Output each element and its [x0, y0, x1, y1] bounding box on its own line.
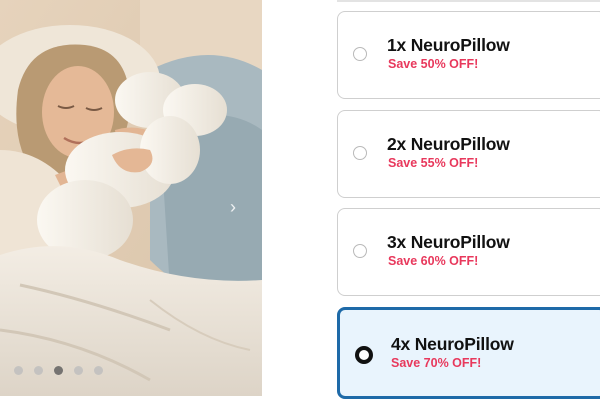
product-bundle-page: › 1x NeuroPillow Save 50% OFF! 2x NeuroP… — [0, 0, 600, 400]
carousel-dot[interactable] — [74, 366, 83, 375]
radio-button[interactable] — [353, 47, 367, 61]
carousel-dot[interactable] — [14, 366, 23, 375]
bundle-option-title: 4x NeuroPillow — [391, 334, 514, 354]
carousel-dot[interactable] — [94, 366, 103, 375]
bundle-option-4x-selected[interactable]: 4x NeuroPillow Save 70% OFF! — [337, 307, 600, 399]
bundle-option-savings: Save 60% OFF! — [388, 254, 479, 268]
carousel-dot[interactable] — [34, 366, 43, 375]
bundle-option-savings: Save 70% OFF! — [391, 356, 482, 370]
carousel-dots — [14, 366, 103, 375]
radio-button[interactable] — [353, 244, 367, 258]
product-image-carousel[interactable]: › — [0, 0, 262, 396]
radio-button[interactable] — [353, 146, 367, 160]
bundle-option-title: 1x NeuroPillow — [387, 35, 510, 55]
radio-button-selected[interactable] — [355, 346, 373, 364]
bundle-option-3x[interactable]: 3x NeuroPillow Save 60% OFF! — [337, 208, 600, 296]
bundle-options: 1x NeuroPillow Save 50% OFF! 2x NeuroPil… — [337, 0, 600, 400]
bundle-option-2x[interactable]: 2x NeuroPillow Save 55% OFF! — [337, 110, 600, 198]
carousel-dot-active[interactable] — [54, 366, 63, 375]
bundle-option-savings: Save 50% OFF! — [388, 57, 479, 71]
bundle-option-title: 3x NeuroPillow — [387, 232, 510, 252]
bundle-option-1x[interactable]: 1x NeuroPillow Save 50% OFF! — [337, 11, 600, 99]
chevron-right-icon[interactable]: › — [226, 196, 240, 218]
divider — [337, 0, 600, 2]
product-photo — [0, 0, 262, 396]
bundle-option-title: 2x NeuroPillow — [387, 134, 510, 154]
bundle-option-savings: Save 55% OFF! — [388, 156, 479, 170]
